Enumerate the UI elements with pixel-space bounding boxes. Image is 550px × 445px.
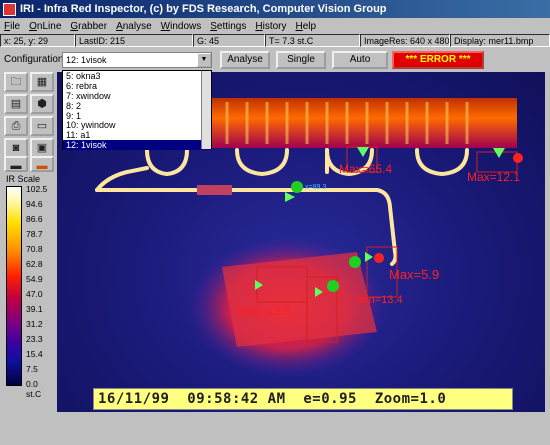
menu-settings[interactable]: Settings	[210, 21, 246, 32]
grid-icon[interactable]: ▦	[30, 72, 54, 92]
ir-color-scale	[6, 186, 22, 386]
info-time: 09:58:42 AM	[187, 391, 286, 407]
menu-bar: File OnLine Grabber Analyse Windows Sett…	[0, 18, 550, 34]
configuration-select[interactable]: 12: 1visok ▼	[62, 52, 212, 68]
menu-grabber[interactable]: Grabber	[70, 21, 107, 32]
scale-tick: 31.2	[26, 319, 43, 329]
measurement-max-65: Max=65.4	[339, 162, 393, 176]
measurement-max-12: Max=12.1	[467, 170, 521, 184]
info-zoom: Zoom=1.0	[374, 391, 447, 407]
scale-unit: st.C	[26, 389, 42, 399]
print-icon[interactable]: ⎙	[4, 116, 28, 136]
save-icon[interactable]: ▤	[4, 94, 28, 114]
dropdown-option[interactable]: 5: okna3	[63, 71, 211, 81]
error-button[interactable]: *** ERROR ***	[392, 51, 484, 69]
menu-online[interactable]: OnLine	[29, 21, 61, 32]
open-folder-icon[interactable]: 🗀	[4, 72, 28, 92]
scale-tick: 0.0	[26, 379, 38, 389]
tiles-icon[interactable]: ▣	[30, 138, 54, 158]
measurement-max-19: Max=19.3	[237, 304, 291, 318]
scale-tick: 94.6	[26, 199, 43, 209]
scale-tick: 70.8	[26, 244, 43, 254]
dropdown-option[interactable]: 7: xwindow	[63, 91, 211, 101]
scale-tick: 23.3	[26, 334, 43, 344]
window-title: IRI - Infra Red Inspector, (c) by FDS Re…	[20, 3, 387, 15]
configuration-label: Configuration	[4, 54, 64, 65]
status-image-res: ImageRes: 640 x 480	[360, 34, 450, 47]
scale-tick: 15.4	[26, 349, 43, 359]
menu-analyse[interactable]: Analyse	[116, 21, 152, 32]
menu-help[interactable]: Help	[296, 21, 317, 32]
configuration-value: 12: 1visok	[66, 55, 107, 65]
dropdown-option[interactable]: 9: 1	[63, 111, 211, 121]
status-last-id: LastID: 215	[75, 34, 193, 47]
dropdown-option[interactable]: 6: rebra	[63, 81, 211, 91]
camera-icon[interactable]: ◙	[4, 138, 28, 158]
status-row: x: 25, y: 29 LastID: 215 G: 45 T= 7.3 st…	[0, 34, 550, 48]
dropdown-option[interactable]: 8: 2	[63, 101, 211, 111]
auto-button[interactable]: Auto	[332, 51, 388, 69]
menu-windows[interactable]: Windows	[161, 21, 202, 32]
thermogram-info-bar: 16/11/99 09:58:42 AM e=0.95 Zoom=1.0	[93, 388, 513, 410]
info-emissivity: e=0.95	[303, 391, 357, 407]
ir-scale-label: IR Scale	[6, 174, 41, 184]
menu-history[interactable]: History	[255, 21, 286, 32]
status-temperature: T= 7.3 st.C	[265, 34, 360, 47]
dropdown-scrollbar[interactable]	[201, 71, 211, 149]
image-icon[interactable]: ▭	[30, 116, 54, 136]
measurement-max-5-9: Max=5.9	[389, 267, 440, 282]
scale-tick: 78.7	[26, 229, 43, 239]
toolbar: Configuration 12: 1visok ▼ Analyse Singl…	[0, 50, 550, 70]
scale-tick: 62.8	[26, 259, 43, 269]
measurement-small: x=89.3	[305, 184, 327, 191]
scale-tick: 47.0	[26, 289, 43, 299]
dropdown-option[interactable]: 11: a1	[63, 130, 211, 140]
status-coords: x: 25, y: 29	[0, 34, 75, 47]
configuration-dropdown-list[interactable]: 5: okna3 6: rebra 7: xwindow 8: 2 9: 1 1…	[62, 70, 212, 150]
scale-tick: 86.6	[26, 214, 43, 224]
analyse-button[interactable]: Analyse	[220, 51, 270, 69]
scale-tick: 102.5	[26, 184, 48, 194]
title-bar: IRI - Infra Red Inspector, (c) by FDS Re…	[0, 0, 550, 18]
status-display: Display: mer11.bmp	[450, 34, 550, 47]
dropdown-option[interactable]: 10: ywindow	[63, 120, 211, 131]
info-date: 16/11/99	[98, 391, 170, 407]
status-gray: G: 45	[193, 34, 265, 47]
scale-tick: 39.1	[26, 304, 43, 314]
menu-file[interactable]: File	[4, 21, 20, 32]
stop-icon[interactable]: ⬢	[30, 94, 54, 114]
tool-sidebar: 🗀 ▦ ▤ ⬢ ⎙ ▭ ◙ ▣ ▬ ▬ IR Scale 102.5 94.6 …	[4, 72, 56, 399]
scale-tick: 7.5	[26, 364, 38, 374]
app-icon	[3, 2, 16, 16]
palette-icon[interactable]: ▬	[30, 156, 54, 172]
line-tool-icon[interactable]: ▬	[4, 156, 28, 172]
chevron-down-icon[interactable]: ▼	[197, 53, 211, 67]
single-button[interactable]: Single	[276, 51, 326, 69]
dropdown-option-selected[interactable]: 12: 1visok	[63, 140, 211, 150]
measurement-min-13: Min=13.4	[357, 294, 403, 306]
scale-tick: 54.9	[26, 274, 43, 284]
